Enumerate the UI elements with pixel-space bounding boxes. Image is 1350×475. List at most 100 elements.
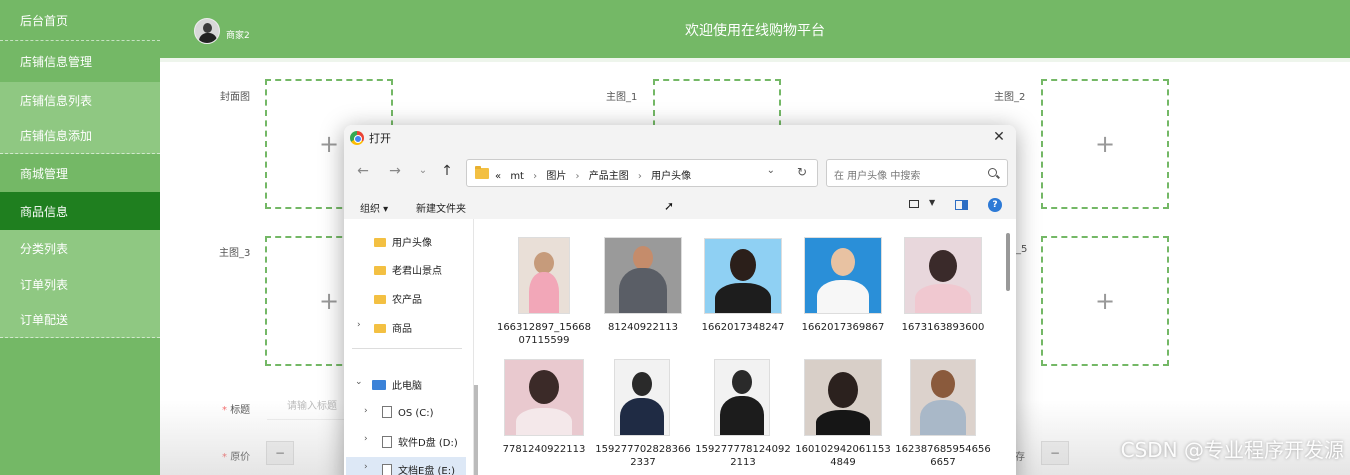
tree-item-laojunshan[interactable]: 老君山景点 <box>374 262 442 277</box>
thumb-body-shape <box>516 408 572 435</box>
file-name[interactable]: 166312897_1566807115599 <box>494 321 594 347</box>
thumb-head-shape <box>529 370 559 404</box>
breadcrumb-overflow[interactable]: « <box>495 171 501 182</box>
thumb-body-shape <box>816 410 870 435</box>
breadcrumb-mt[interactable]: mt <box>510 171 524 182</box>
chrome-icon <box>350 131 364 145</box>
refresh-icon[interactable]: ↻ <box>797 165 807 179</box>
thumb-head-shape <box>929 250 957 282</box>
dialog-titlebar: 打开 ✕ <box>344 125 1016 151</box>
file-name[interactable]: 1623876859546566657 <box>893 443 993 469</box>
price-decrease-button[interactable]: − <box>266 441 294 465</box>
file-name[interactable]: 7781240922113 <box>494 443 594 456</box>
tree-item-farm-products[interactable]: 农产品 <box>374 291 422 306</box>
sidebar-item-category-list[interactable]: 分类列表 <box>0 230 160 266</box>
close-icon[interactable]: ✕ <box>990 129 1008 145</box>
address-bar[interactable]: « mt › 图片 › 产品主图 › 用户头像 ⌄ ↻ <box>466 159 818 187</box>
file-name[interactable]: 1592777781240922113 <box>693 443 793 469</box>
navigation-pane: 用户头像 老君山景点 农产品 › 商品 ⌄ 此电脑 › OS (C:) › 软件… <box>344 219 474 475</box>
file-name[interactable]: 1662017348247 <box>693 321 793 334</box>
sidebar-item-shop-info-management[interactable]: 店铺信息管理 <box>0 41 160 82</box>
thumb-head-shape <box>931 370 955 398</box>
tree-item-products[interactable]: 商品 <box>374 320 412 335</box>
chevron-right-icon[interactable]: › <box>364 406 368 416</box>
thumb-head-shape <box>831 248 855 276</box>
file-name[interactable]: 1662017369867 <box>793 321 893 334</box>
thumb-head-shape <box>633 246 653 270</box>
thumb-body-shape <box>817 280 869 313</box>
plus-icon: + <box>318 287 340 315</box>
main-image-1-label: 主图_1 <box>606 92 638 103</box>
main-image-2-uploader[interactable]: + <box>1041 79 1169 209</box>
thumb-head-shape <box>730 249 756 281</box>
forward-arrow-icon[interactable]: → <box>386 163 404 179</box>
computer-icon <box>372 380 386 390</box>
price-label: * 原价 <box>222 452 251 463</box>
file-name[interactable]: 1673163893600 <box>893 321 993 334</box>
sidebar-item-order-list[interactable]: 订单列表 <box>0 266 160 302</box>
main-image-2-label: 主图_2 <box>994 92 1026 103</box>
back-arrow-icon[interactable]: ← <box>354 163 372 179</box>
file-thumbnail[interactable] <box>904 237 982 314</box>
new-folder-button[interactable]: 新建文件夹 <box>416 200 466 215</box>
navigation-scrollbar[interactable] <box>474 385 478 475</box>
page-title: 欢迎使用在线购物平台 <box>685 23 825 39</box>
file-thumbnail[interactable] <box>504 359 584 436</box>
dialog-navbar: ← → ⌄ ↑ « mt › 图片 › 产品主图 › 用户头像 ⌄ ↻ 在 用户… <box>344 151 1016 193</box>
tree-item-drive-d[interactable]: 软件D盘 (D:) <box>382 434 458 449</box>
breadcrumb: « mt › 图片 › 产品主图 › 用户头像 <box>495 167 697 182</box>
thumb-body-shape <box>915 284 971 313</box>
chevron-right-icon[interactable]: › <box>357 320 361 330</box>
chevron-down-icon[interactable]: ⌄ <box>355 377 363 387</box>
mouse-cursor-icon: ➚ <box>664 199 675 213</box>
stock-decrease-button[interactable]: − <box>1041 441 1069 465</box>
file-thumbnail[interactable] <box>704 238 782 314</box>
sidebar-item-shop-info-list[interactable]: 店铺信息列表 <box>0 82 160 118</box>
file-name[interactable]: 1601029420611534849 <box>793 443 893 469</box>
recent-chevron-icon[interactable]: ⌄ <box>414 165 432 176</box>
thumb-body-shape <box>715 283 771 313</box>
tree-item-drive-e[interactable]: 文档E盘 (E:) <box>382 462 455 475</box>
organize-button[interactable]: 组织 ▾ <box>360 200 388 215</box>
chevron-down-icon[interactable]: ⌄ <box>767 165 775 176</box>
drive-icon <box>382 464 392 475</box>
breadcrumb-pictures[interactable]: 图片 <box>546 171 566 182</box>
tree-item-drive-c[interactable]: OS (C:) <box>382 406 434 419</box>
sidebar-item-shop-info-add[interactable]: 店铺信息添加 <box>0 118 160 154</box>
tree-item-user-avatar[interactable]: 用户头像 <box>374 234 432 249</box>
file-thumbnail[interactable] <box>714 359 770 436</box>
chevron-right-icon[interactable]: › <box>364 434 368 444</box>
main-image-5-label: _5 <box>1016 244 1028 255</box>
file-thumbnail[interactable] <box>804 359 882 436</box>
up-arrow-icon[interactable]: ↑ <box>438 163 456 179</box>
sidebar-item-mall-management[interactable]: 商城管理 <box>0 154 160 192</box>
main-image-5-uploader[interactable]: + <box>1041 236 1169 366</box>
sidebar-item-home[interactable]: 后台首页 <box>0 0 160 41</box>
file-thumbnail[interactable] <box>518 237 570 314</box>
search-input[interactable]: 在 用户头像 中搜索 <box>826 159 1008 187</box>
thumb-body-shape <box>619 268 667 313</box>
chevron-right-icon[interactable]: › <box>364 462 368 472</box>
sidebar-item-order-delivery[interactable]: 订单配送 <box>0 302 160 338</box>
chevron-down-icon[interactable]: ▼ <box>929 198 935 207</box>
file-name[interactable]: 1592777028283662337 <box>593 443 693 469</box>
title-input[interactable]: 请输入标题 <box>267 394 347 420</box>
preview-pane-icon[interactable] <box>955 200 968 210</box>
chevron-right-icon: › <box>575 171 580 182</box>
breadcrumb-user-avatar[interactable]: 用户头像 <box>651 171 691 182</box>
tree-item-this-pc[interactable]: 此电脑 <box>372 377 422 392</box>
file-thumbnail[interactable] <box>604 237 682 314</box>
breadcrumb-product-main[interactable]: 产品主图 <box>589 171 629 182</box>
file-thumbnail[interactable] <box>614 359 670 436</box>
file-thumbnail[interactable] <box>910 359 976 436</box>
sidebar: 后台首页 店铺信息管理 店铺信息列表 店铺信息添加 商城管理 商品信息 分类列表… <box>0 0 160 475</box>
file-grid-scrollbar[interactable] <box>1006 233 1010 291</box>
chevron-right-icon: › <box>637 171 642 182</box>
help-icon[interactable]: ? <box>988 198 1002 212</box>
drive-icon <box>382 436 392 448</box>
view-mode-icon[interactable] <box>909 200 919 208</box>
file-thumbnail[interactable] <box>804 237 882 314</box>
sidebar-item-product-info[interactable]: 商品信息 <box>0 192 160 230</box>
file-name[interactable]: 81240922113 <box>593 321 693 334</box>
thumb-body-shape <box>720 396 764 435</box>
